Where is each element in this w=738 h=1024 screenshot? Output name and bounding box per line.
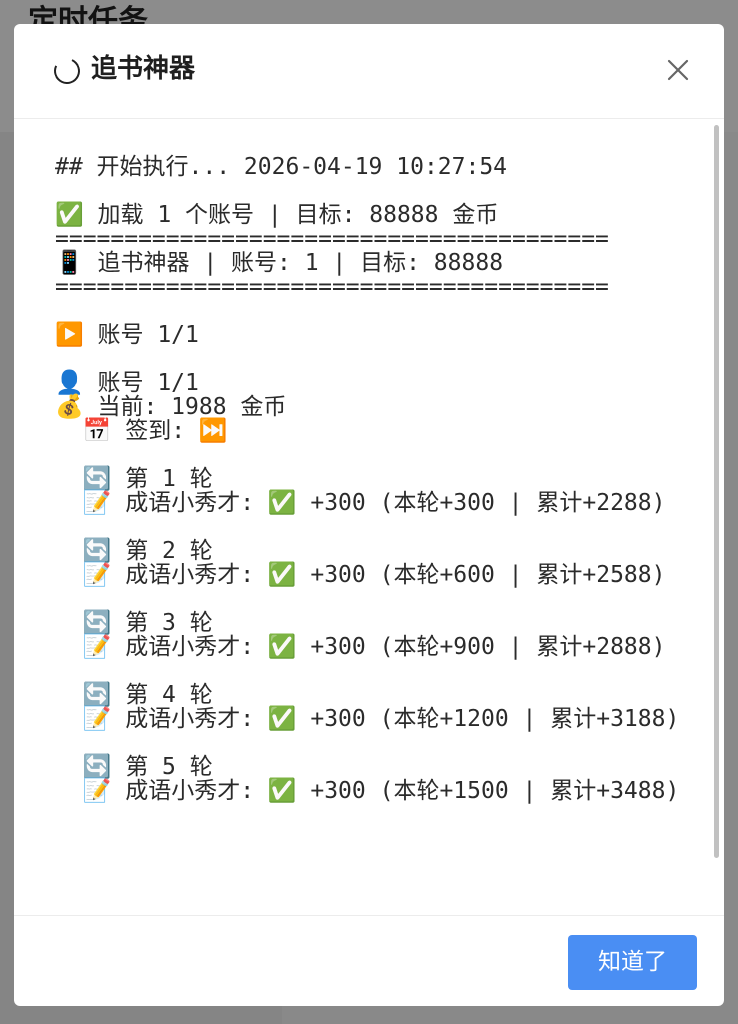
close-button[interactable] xyxy=(662,54,694,86)
dialog-footer: 知道了 xyxy=(14,915,724,1006)
loading-spinner-icon xyxy=(50,54,84,88)
scrollbar-thumb[interactable] xyxy=(714,125,719,858)
dialog-title: 追书神器 xyxy=(91,54,196,84)
close-icon xyxy=(667,59,689,81)
dialog-header: 追书神器 xyxy=(14,24,724,119)
ok-button[interactable]: 知道了 xyxy=(568,935,697,990)
log-scroll-area[interactable]: ## 开始执行... 2026-04-19 10:27:54 ✅ 加载 1 个账… xyxy=(14,119,724,915)
execution-log: ## 开始执行... 2026-04-19 10:27:54 ✅ 加载 1 个账… xyxy=(55,154,680,804)
scrollbar[interactable] xyxy=(713,119,721,915)
task-log-dialog: 追书神器 ## 开始执行... 2026-04-19 10:27:54 ✅ 加载… xyxy=(14,24,724,1006)
